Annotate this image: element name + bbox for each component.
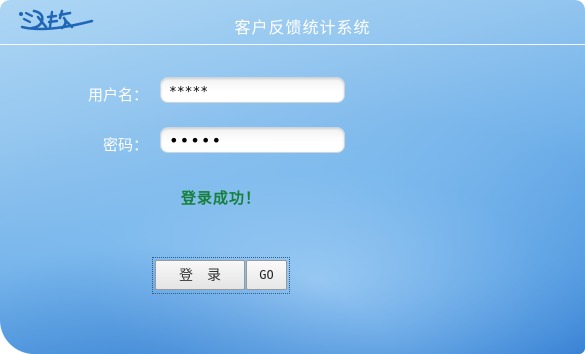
username-input[interactable] — [161, 78, 344, 102]
password-label: 密码： — [102, 136, 148, 154]
username-field-wrapper — [160, 77, 345, 103]
login-panel: 客户反馈统计系统 用户名： 密码： 登录成功！ 登录 GO — [0, 0, 585, 354]
action-buttons: 登录 GO — [152, 257, 290, 294]
password-input[interactable] — [161, 128, 344, 152]
go-button[interactable]: GO — [246, 260, 287, 290]
password-field-wrapper — [160, 127, 345, 153]
login-button[interactable]: 登录 — [155, 260, 245, 290]
username-label: 用户名： — [87, 86, 148, 104]
login-status-message: 登录成功！ — [181, 189, 262, 207]
page-title: 客户反馈统计系统 — [234, 18, 371, 37]
title-bar: 客户反馈统计系统 — [0, 0, 585, 45]
